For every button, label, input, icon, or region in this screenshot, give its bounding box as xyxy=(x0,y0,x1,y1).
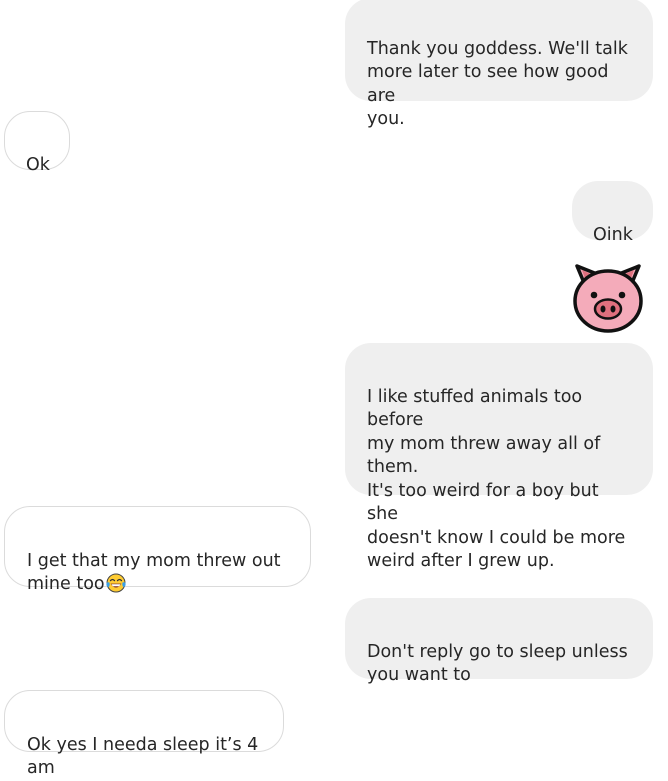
received-message-bubble[interactable]: Ok xyxy=(4,111,70,175)
sent-message-bubble[interactable]: Oink xyxy=(572,181,653,245)
sent-message-bubble[interactable]: Don't reply go to sleep unless you want … xyxy=(345,598,653,685)
message-text: Thank you goddess. We'll talk more later… xyxy=(367,38,628,130)
received-message-bubble[interactable]: Ok yes I needa sleep it’s 4 am xyxy=(4,690,284,778)
tears-of-joy-icon xyxy=(106,573,126,593)
received-message-bubble[interactable]: I get that my mom threw out mine too xyxy=(4,506,311,594)
pig-face-emoji-message[interactable] xyxy=(571,260,645,334)
message-text: Ok xyxy=(26,154,50,175)
sent-message-bubble[interactable]: I like stuffed animals too before my mom… xyxy=(345,343,653,571)
pig-face-icon xyxy=(573,264,643,333)
sent-message-bubble[interactable]: Thank you goddess. We'll talk more later… xyxy=(345,0,653,129)
message-text: Don't reply go to sleep unless you want … xyxy=(367,641,628,686)
message-text: Oink xyxy=(593,224,633,245)
message-text: I get that my mom threw out mine too xyxy=(27,550,281,595)
message-text: I like stuffed animals too before my mom… xyxy=(367,386,626,572)
message-text: Ok yes I needa sleep it’s 4 am xyxy=(27,734,259,779)
